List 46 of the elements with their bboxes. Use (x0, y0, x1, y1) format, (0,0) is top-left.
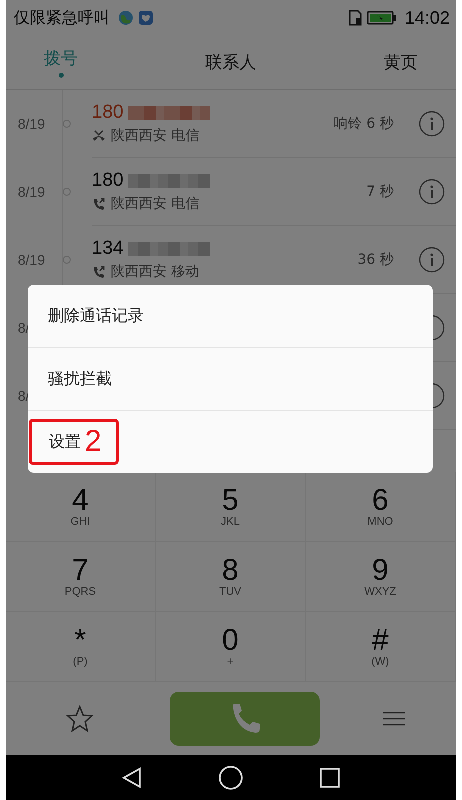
phone-number: 180 (92, 170, 124, 192)
dial-key[interactable]: 0 + (156, 612, 306, 682)
back-icon[interactable] (120, 766, 144, 790)
date-text: 8/19 (17, 116, 46, 132)
phone-arrow-icon (92, 265, 106, 279)
info-icon[interactable] (419, 247, 445, 273)
clock-text: 14:02 (404, 8, 450, 28)
home-icon[interactable] (218, 764, 244, 790)
globe-icon (118, 10, 134, 26)
duration-text: 7 秒 (366, 183, 394, 201)
menu-item[interactable]: 删除通话记录 (28, 285, 433, 348)
recents-icon[interactable] (318, 766, 342, 790)
phone-arrow-icon (92, 197, 106, 211)
info-icon[interactable] (419, 111, 445, 137)
info-icon[interactable] (419, 179, 445, 205)
dial-key[interactable]: # (W) (306, 612, 456, 682)
star-icon[interactable] (66, 704, 94, 732)
dial-key[interactable]: 4 GHI (6, 472, 156, 542)
location-text: 陕西西安 电信 (111, 195, 200, 213)
tab[interactable]: 黄页 (346, 36, 456, 89)
dial-key[interactable]: 5 JKL (156, 472, 306, 542)
timeline-dot (63, 188, 71, 196)
timeline-dot (63, 256, 71, 264)
date-text: 8/19 (17, 252, 46, 268)
timeline-dot (63, 120, 71, 128)
dial-key[interactable]: 9 WXYZ (306, 542, 456, 612)
dial-key[interactable]: * (P) (6, 612, 156, 682)
date-text: 8/19 (17, 184, 46, 200)
menu-item[interactable]: 骚扰拦截 (28, 348, 433, 411)
dial-key[interactable]: 8 TUV (156, 542, 306, 612)
battery-charging-icon (366, 10, 397, 26)
carrier-text: 仅限紧急呼叫 (14, 8, 110, 28)
sim-card-icon (348, 10, 363, 26)
phone-number: 134 (92, 238, 124, 260)
missed-call-icon (92, 129, 106, 143)
health-app-icon (138, 10, 154, 26)
duration-text: 响铃 6 秒 (334, 115, 394, 133)
location-text: 陕西西安 电信 (111, 127, 200, 145)
dial-key[interactable]: 6 MNO (306, 472, 456, 542)
duration-text: 36 秒 (358, 251, 394, 269)
location-text: 陕西西安 移动 (111, 263, 200, 281)
phone-number: 180 (92, 102, 124, 124)
dial-key[interactable]: 7 PQRS (6, 542, 156, 612)
menu-item-label: 设置 (49, 432, 81, 452)
tab[interactable]: 联系人 (116, 36, 346, 89)
step-number: 2 (85, 425, 102, 459)
